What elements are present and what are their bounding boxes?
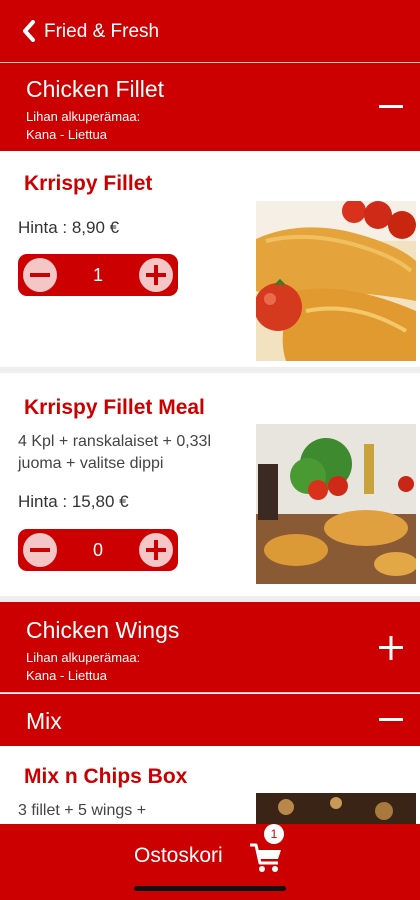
product-name: Krrispy Fillet: [24, 172, 153, 195]
category-title: Chicken Wings: [26, 617, 180, 643]
quantity-stepper: 0: [18, 529, 178, 571]
category-title: Chicken Fillet: [26, 76, 165, 102]
product-separator: [0, 367, 420, 373]
restaurant-title: Fried & Fresh: [44, 21, 160, 42]
back-chevron-icon[interactable]: [20, 20, 38, 42]
shopping-cart-icon: [250, 843, 281, 872]
origin-label: Lihan alkuperämaa:: [26, 650, 141, 665]
product-name: Krrispy Fillet Meal: [24, 396, 205, 419]
divider: [0, 692, 420, 693]
product-image-krrispy-fillet-meal: [256, 424, 416, 584]
product-image-mix-n-chips-box: [256, 793, 416, 824]
origin-label: Lihan alkuperämaa:: [26, 109, 141, 124]
increase-button[interactable]: [139, 533, 173, 567]
decrease-button[interactable]: [23, 533, 57, 567]
product-description: 4 Kpl + ranskalaiset + 0,33l juoma + val…: [18, 433, 212, 472]
product-name: Mix n Chips Box: [24, 765, 188, 788]
category-title: Mix: [26, 708, 62, 734]
minus-icon[interactable]: [378, 94, 404, 120]
origin-value: Kana - Liettua: [26, 127, 107, 142]
cart-count-badge: 1: [264, 824, 284, 844]
quantity-value: 1: [92, 265, 103, 285]
product-price: Hinta : 8,90 €: [18, 218, 120, 237]
product-description: 3 fillet + 5 wings +: [18, 802, 147, 819]
product-price: Hinta : 15,80 €: [18, 492, 129, 511]
cart-label: Ostoskori: [134, 844, 223, 867]
category-mix[interactable]: Mix: [0, 694, 420, 746]
plus-icon[interactable]: [378, 635, 404, 661]
category-chicken-wings[interactable]: Chicken Wings Lihan alkuperämaa: Kana - …: [0, 602, 420, 692]
quantity-stepper: 1: [18, 254, 178, 296]
category-chicken-fillet[interactable]: Chicken Fillet Lihan alkuperämaa: Kana -…: [0, 63, 420, 151]
home-indicator: [134, 886, 286, 891]
minus-icon[interactable]: [378, 707, 404, 733]
origin-value: Kana - Liettua: [26, 668, 107, 683]
product-image-krrispy-fillet: [256, 201, 416, 361]
top-bar: Fried & Fresh: [0, 0, 420, 62]
decrease-button[interactable]: [23, 258, 57, 292]
increase-button[interactable]: [139, 258, 173, 292]
quantity-value: 0: [92, 540, 103, 560]
